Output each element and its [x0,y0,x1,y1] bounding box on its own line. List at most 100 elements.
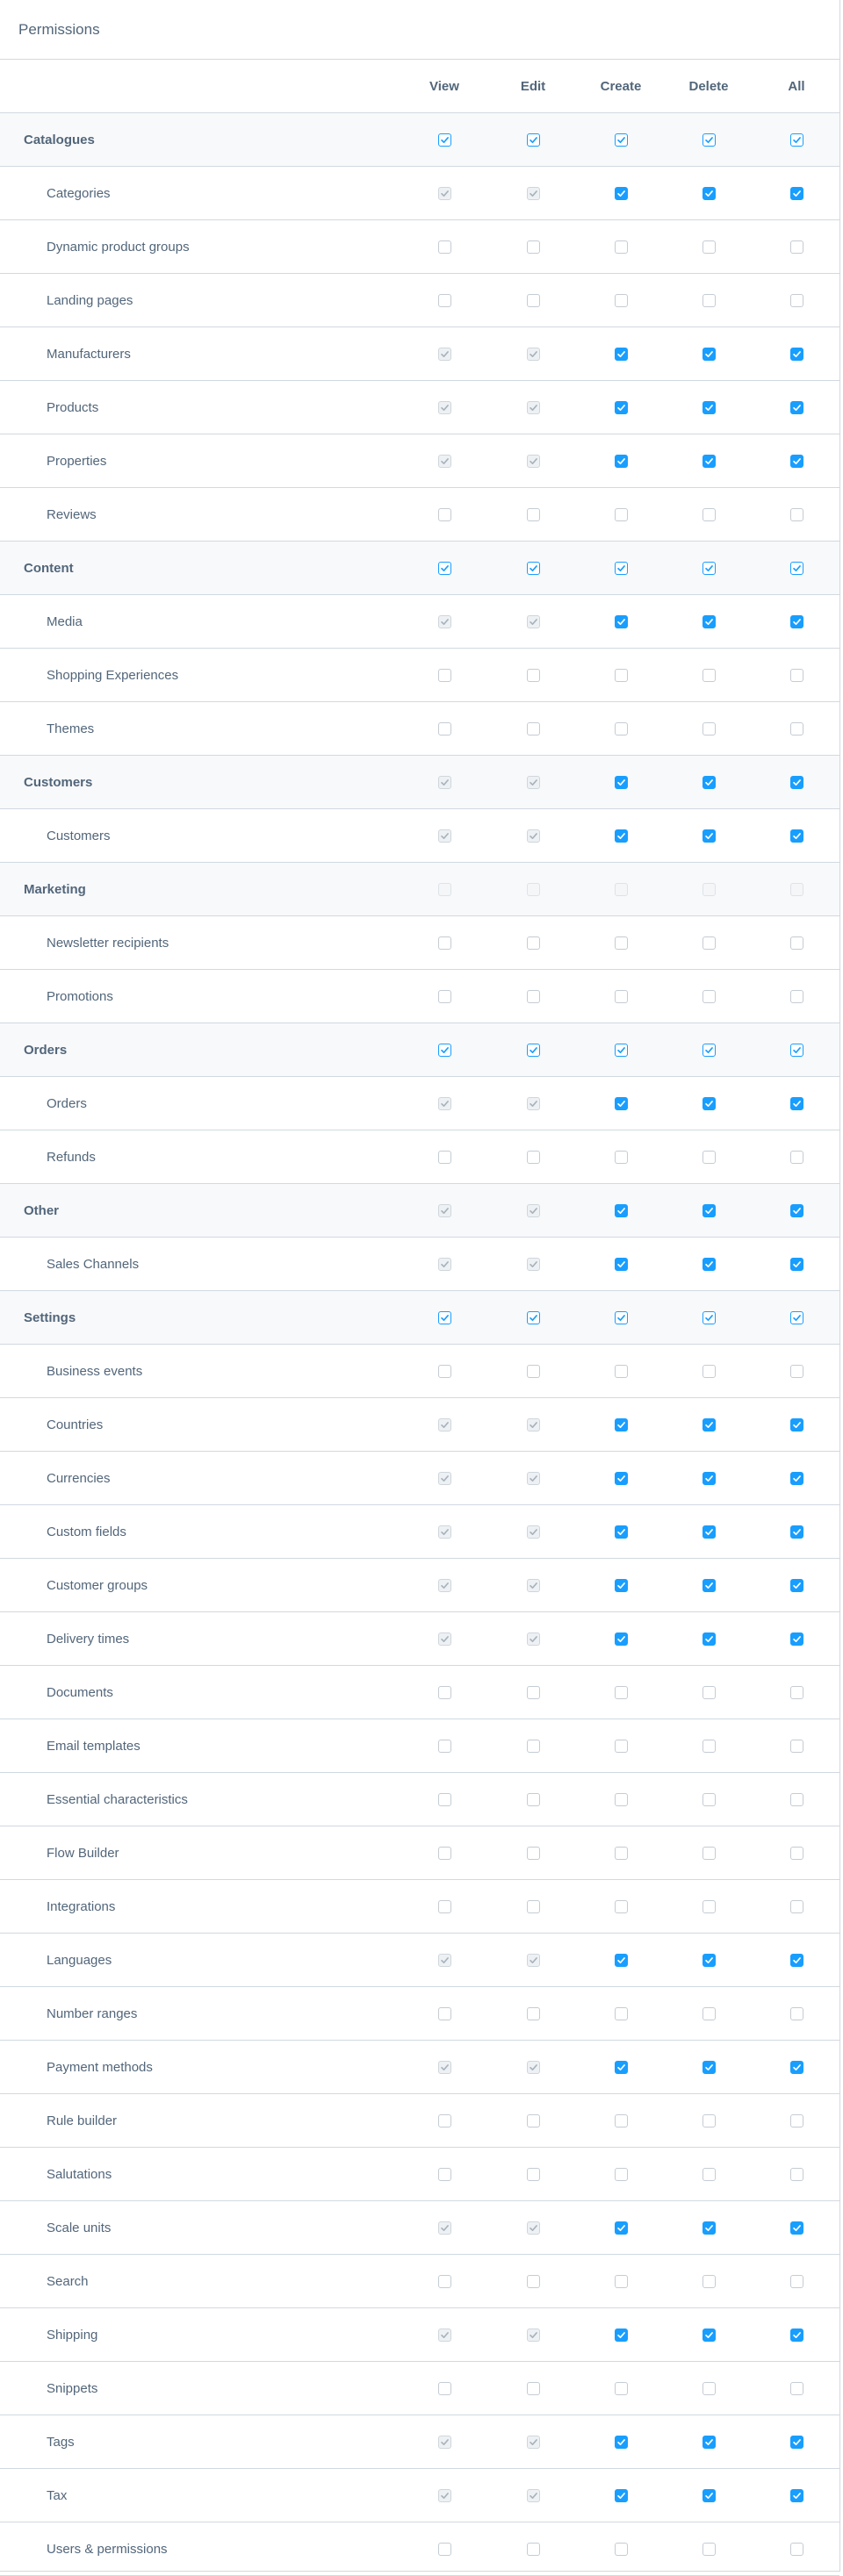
checkbox-all[interactable] [789,2435,803,2449]
checkbox-all[interactable] [789,2006,803,2020]
checkbox-view[interactable] [437,1846,451,1860]
checkbox-delete[interactable] [702,561,716,575]
checkbox-create[interactable] [614,721,628,735]
checkbox-create[interactable] [614,1685,628,1699]
checkbox-delete[interactable] [702,400,716,414]
checkbox-all[interactable] [789,454,803,468]
checkbox-view[interactable] [437,1899,451,1913]
checkbox-all[interactable] [789,1846,803,1860]
checkbox-create[interactable] [614,668,628,682]
checkbox-create[interactable] [614,2488,628,2502]
checkbox-create[interactable] [614,454,628,468]
checkbox-create[interactable] [614,293,628,307]
checkbox-edit[interactable] [526,1150,540,1164]
checkbox-view[interactable] [437,1792,451,1806]
checkbox-create[interactable] [614,829,628,843]
checkbox-view[interactable] [437,936,451,950]
checkbox-delete[interactable] [702,2328,716,2342]
checkbox-delete[interactable] [702,1792,716,1806]
checkbox-edit[interactable] [526,1899,540,1913]
checkbox-view[interactable] [437,2167,451,2181]
checkbox-delete[interactable] [702,2167,716,2181]
checkbox-all[interactable] [789,1953,803,1967]
checkbox-view[interactable] [437,1364,451,1378]
checkbox-create[interactable] [614,1364,628,1378]
checkbox-delete[interactable] [702,2113,716,2128]
checkbox-create[interactable] [614,936,628,950]
checkbox-all[interactable] [789,293,803,307]
checkbox-all[interactable] [789,668,803,682]
checkbox-edit[interactable] [526,668,540,682]
checkbox-all[interactable] [789,1310,803,1324]
checkbox-edit[interactable] [526,293,540,307]
checkbox-delete[interactable] [702,2488,716,2502]
checkbox-edit[interactable] [526,1846,540,1860]
checkbox-view[interactable] [437,2274,451,2288]
checkbox-create[interactable] [614,2060,628,2074]
checkbox-create[interactable] [614,400,628,414]
checkbox-all[interactable] [789,829,803,843]
checkbox-delete[interactable] [702,2006,716,2020]
checkbox-create[interactable] [614,2381,628,2395]
checkbox-all[interactable] [789,2060,803,2074]
checkbox-delete[interactable] [702,133,716,147]
checkbox-edit[interactable] [526,936,540,950]
checkbox-all[interactable] [789,2488,803,2502]
checkbox-view[interactable] [437,2542,451,2556]
checkbox-delete[interactable] [702,1632,716,1646]
checkbox-delete[interactable] [702,1685,716,1699]
checkbox-edit[interactable] [526,2274,540,2288]
checkbox-all[interactable] [789,1525,803,1539]
checkbox-delete[interactable] [702,2060,716,2074]
checkbox-delete[interactable] [702,829,716,843]
checkbox-all[interactable] [789,561,803,575]
checkbox-all[interactable] [789,1096,803,1110]
checkbox-delete[interactable] [702,347,716,361]
checkbox-all[interactable] [789,1043,803,1057]
checkbox-view[interactable] [437,1739,451,1753]
checkbox-delete[interactable] [702,1096,716,1110]
checkbox-create[interactable] [614,1525,628,1539]
checkbox-all[interactable] [789,1364,803,1378]
checkbox-edit[interactable] [526,2381,540,2395]
checkbox-delete[interactable] [702,293,716,307]
checkbox-create[interactable] [614,347,628,361]
checkbox-delete[interactable] [702,240,716,254]
checkbox-view[interactable] [437,721,451,735]
checkbox-all[interactable] [789,1203,803,1217]
checkbox-create[interactable] [614,1150,628,1164]
checkbox-create[interactable] [614,240,628,254]
checkbox-delete[interactable] [702,1364,716,1378]
checkbox-view[interactable] [437,507,451,521]
checkbox-edit[interactable] [526,1310,540,1324]
checkbox-create[interactable] [614,1310,628,1324]
checkbox-all[interactable] [789,1739,803,1753]
checkbox-delete[interactable] [702,775,716,789]
checkbox-view[interactable] [437,1043,451,1057]
checkbox-edit[interactable] [526,1043,540,1057]
checkbox-delete[interactable] [702,989,716,1003]
checkbox-create[interactable] [614,1792,628,1806]
checkbox-delete[interactable] [702,2381,716,2395]
checkbox-delete[interactable] [702,2274,716,2288]
checkbox-create[interactable] [614,133,628,147]
checkbox-view[interactable] [437,1150,451,1164]
checkbox-delete[interactable] [702,614,716,628]
checkbox-create[interactable] [614,2006,628,2020]
checkbox-all[interactable] [789,1417,803,1432]
checkbox-create[interactable] [614,2221,628,2235]
checkbox-create[interactable] [614,1899,628,1913]
checkbox-delete[interactable] [702,1953,716,1967]
checkbox-edit[interactable] [526,1739,540,1753]
checkbox-view[interactable] [437,240,451,254]
checkbox-edit[interactable] [526,1364,540,1378]
checkbox-view[interactable] [437,1310,451,1324]
checkbox-delete[interactable] [702,507,716,521]
checkbox-edit[interactable] [526,2167,540,2181]
checkbox-create[interactable] [614,2435,628,2449]
checkbox-edit[interactable] [526,1792,540,1806]
checkbox-all[interactable] [789,2221,803,2235]
checkbox-delete[interactable] [702,2542,716,2556]
checkbox-create[interactable] [614,1203,628,1217]
checkbox-all[interactable] [789,1632,803,1646]
